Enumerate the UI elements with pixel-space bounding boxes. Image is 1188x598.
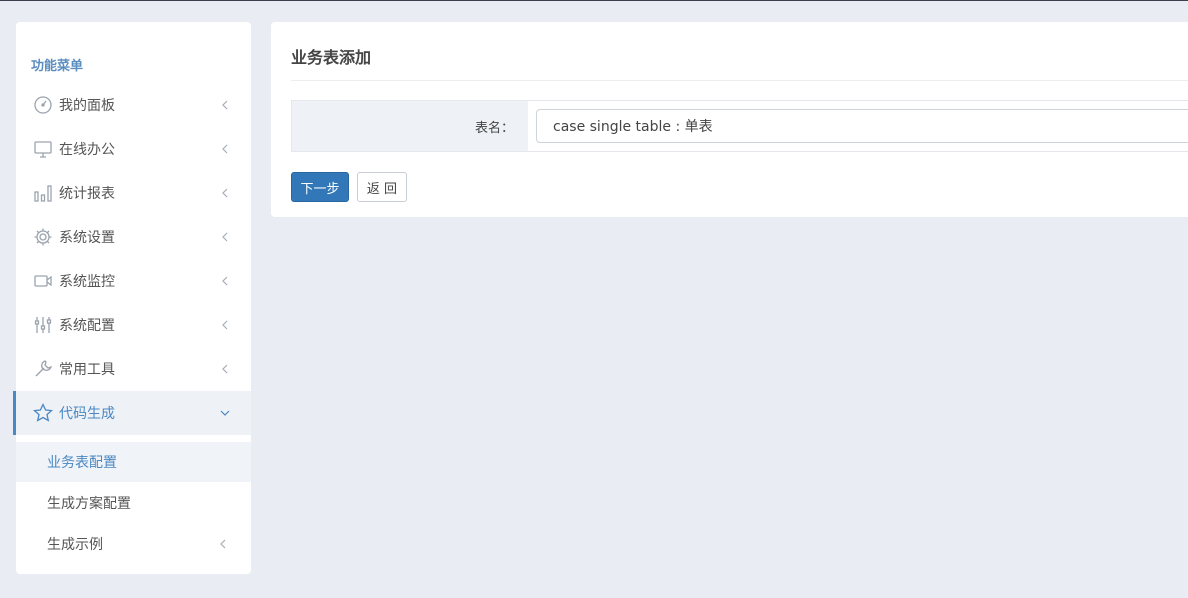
bar-chart-icon [33,183,53,203]
sidebar-item-label: 系统设置 [59,230,115,246]
submenu-item-business-table-config[interactable]: 业务表配置 [16,442,251,482]
submenu-item-generation-scheme-config[interactable]: 生成方案配置 [16,483,251,523]
sidebar-item-label: 在线办公 [59,142,115,158]
chevron-left-icon [219,187,231,199]
chevron-left-icon [219,143,231,155]
sidebar-item-statistics[interactable]: 统计报表 [16,171,251,215]
sidebar-item-system-config[interactable]: 系统配置 [16,303,251,347]
sidebar-item-online-office[interactable]: 在线办公 [16,127,251,171]
form-row-table-name: 表名： [291,100,1188,152]
chevron-left-icon [219,319,231,331]
sidebar-item-my-dashboard[interactable]: 我的面板 [16,83,251,127]
monitor-icon [33,139,53,159]
sidebar-item-label: 代码生成 [59,406,115,422]
table-name-select[interactable] [536,109,1188,143]
sidebar-item-code-generation[interactable]: 代码生成 [13,391,251,435]
video-camera-icon [33,271,53,291]
sidebar-item-label: 我的面板 [59,98,115,114]
submenu-item-label: 生成方案配置 [47,496,131,512]
menu-title: 功能菜单 [31,59,84,74]
chevron-left-icon [218,539,230,549]
chevron-down-icon [219,407,231,419]
chevron-left-icon [219,231,231,243]
star-icon [33,403,53,423]
chevron-left-icon [219,99,231,111]
gear-icon [33,227,53,247]
next-step-button[interactable]: 下一步 [291,172,349,202]
sidebar-item-label: 常用工具 [59,362,115,378]
sidebar-item-system-monitor[interactable]: 系统监控 [16,259,251,303]
wrench-icon [33,359,53,379]
chevron-left-icon [219,363,231,375]
sidebar-item-system-settings[interactable]: 系统设置 [16,215,251,259]
back-button[interactable]: 返 回 [357,172,407,202]
submenu-item-generation-examples[interactable]: 生成示例 [16,524,251,564]
sidebar-item-label: 系统监控 [59,274,115,290]
sidebar: 功能菜单 我的面板 在线办公 统计报表 系统设置 系统监控 系统配置 常用工具 … [13,22,251,574]
sidebar-item-common-tools[interactable]: 常用工具 [16,347,251,391]
main-panel: 业务表添加 表名： 下一步 返 回 [271,22,1188,217]
dashboard-icon [33,95,53,115]
chevron-left-icon [219,275,231,287]
sidebar-item-label: 系统配置 [59,318,115,334]
divider [291,80,1188,81]
sliders-icon [33,315,53,335]
submenu-item-label: 业务表配置 [47,455,117,471]
table-name-label: 表名： [292,101,528,151]
page-title: 业务表添加 [291,48,372,67]
submenu-item-label: 生成示例 [47,537,103,553]
sidebar-item-label: 统计报表 [59,186,115,202]
